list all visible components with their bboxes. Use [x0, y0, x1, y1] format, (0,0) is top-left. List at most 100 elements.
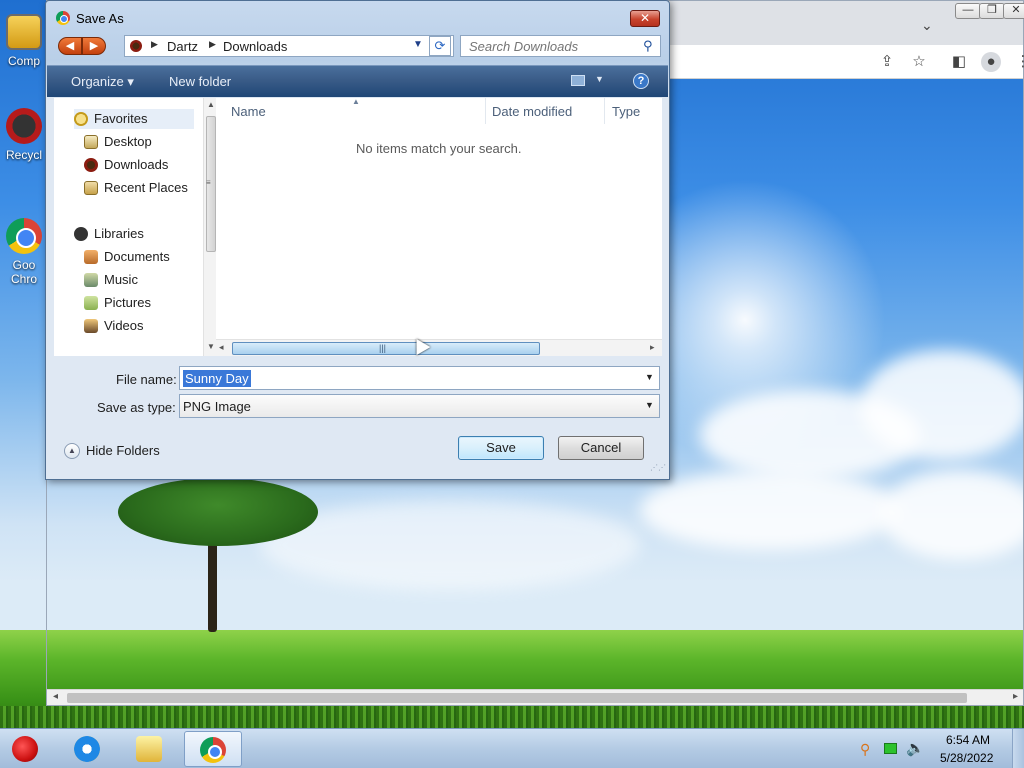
chevron-down-icon[interactable]: ▼ [413, 39, 423, 50]
file-name-label: File name: [116, 372, 177, 387]
network-icon[interactable] [884, 743, 897, 754]
tray-search-icon[interactable]: ⚲ [860, 741, 870, 758]
scrollbar-grip-icon: ≡ [206, 178, 211, 187]
profile-icon[interactable]: ● [981, 52, 1001, 72]
file-name-value[interactable]: Sunny Day [183, 370, 251, 387]
scrollbar-thumb[interactable] [67, 693, 967, 703]
taskbar: ⚲ 🔈 6:54 AM 5/28/2022 [0, 728, 1024, 768]
resize-grip-icon[interactable]: ⋰⋰ [650, 463, 666, 472]
save-as-type-label: Save as type: [97, 400, 176, 415]
address-bar[interactable]: ▶ Dartz ▶ Downloads ▼ [124, 35, 454, 57]
nav-item-label: Favorites [94, 111, 148, 126]
close-button[interactable]: ✕ [1003, 3, 1024, 19]
scroll-up-icon[interactable]: ▲ [207, 100, 215, 109]
scroll-left-icon[interactable]: ◂ [219, 342, 224, 353]
recent-places-icon [84, 181, 98, 195]
search-box[interactable]: ⚲ [460, 35, 661, 57]
scroll-left-icon[interactable]: ◂ [53, 691, 58, 702]
view-options-icon[interactable] [571, 75, 585, 86]
star-icon[interactable]: ☆ [909, 52, 929, 72]
dialog-titlebar[interactable]: Save As ✕ [46, 1, 669, 31]
chrome-icon [200, 737, 226, 763]
folder-icon [130, 40, 142, 52]
column-divider[interactable] [604, 98, 605, 124]
refresh-icon[interactable]: ⟳ [429, 36, 451, 56]
taskbar-app-file-explorer[interactable] [124, 731, 176, 767]
search-icon[interactable]: ⚲ [643, 38, 653, 54]
documents-icon [84, 250, 98, 264]
chevron-up-icon: ▲ [64, 443, 80, 459]
nav-item-label: Desktop [104, 134, 152, 149]
dialog-title: Save As [76, 11, 124, 26]
scrollbar-thumb[interactable]: ||| [232, 342, 540, 355]
save-button[interactable]: Save [458, 436, 544, 460]
speaker-icon[interactable]: 🔈 [906, 739, 925, 757]
recycle-bin-icon [6, 108, 42, 144]
nav-item-label: Videos [104, 318, 144, 333]
nav-item-label: Libraries [94, 226, 144, 241]
chrome-icon [6, 218, 42, 254]
cancel-button[interactable]: Cancel [558, 436, 644, 460]
desktop-icon [84, 135, 98, 149]
minimize-button[interactable]: — [955, 3, 981, 19]
organize-menu-button[interactable]: Organize ▾ [71, 74, 134, 90]
desktop-icon-computer[interactable]: Comp [0, 14, 48, 68]
nav-item-label: Documents [104, 249, 170, 264]
scroll-right-icon[interactable]: ▸ [1013, 691, 1018, 702]
chrome-icon [56, 11, 70, 25]
file-list[interactable]: ▲ Name Date modified Type No items match… [216, 97, 662, 356]
clock-time[interactable]: 6:54 AM [946, 733, 990, 747]
browser-horizontal-scrollbar[interactable]: ◂ ▸ [47, 689, 1023, 705]
scrollbar-grip-icon: ||| [379, 343, 387, 353]
save-as-type-value: PNG Image [183, 399, 251, 414]
chevron-down-icon[interactable]: ⌄ [921, 17, 933, 34]
share-icon[interactable]: ⇪ [877, 52, 897, 72]
scroll-right-icon[interactable]: ▸ [650, 342, 655, 353]
star-icon [74, 112, 88, 126]
breadcrumb-separator-icon[interactable]: ▶ [209, 39, 216, 50]
forward-arrow-icon[interactable]: ▶ [82, 37, 106, 55]
ie-icon [74, 736, 100, 762]
desktop-icon-recycle-bin[interactable]: Recycl [0, 108, 48, 162]
sort-arrow-icon: ▲ [352, 97, 360, 106]
hide-folders-label: Hide Folders [86, 443, 160, 458]
breadcrumb-item[interactable]: Dartz [167, 39, 198, 54]
restore-button[interactable]: ❐ [979, 3, 1005, 19]
file-list-horizontal-scrollbar[interactable]: ◂ ||| ▸ [216, 339, 662, 356]
breadcrumb-separator-icon[interactable]: ▶ [151, 39, 158, 50]
help-icon[interactable]: ? [633, 73, 649, 89]
taskbar-app-internet-explorer[interactable] [62, 731, 114, 767]
column-header-name[interactable]: Name [231, 104, 266, 119]
back-arrow-icon[interactable]: ◀ [58, 37, 82, 55]
music-icon [84, 273, 98, 287]
menu-icon[interactable]: ⋮ [1013, 52, 1024, 72]
taskbar-app-angry-birds[interactable] [0, 731, 52, 767]
column-header-date-modified[interactable]: Date modified [492, 104, 572, 119]
chevron-down-icon[interactable]: ▼ [645, 372, 654, 382]
nav-item-favorites[interactable]: Favorites [74, 109, 194, 129]
close-button[interactable]: ✕ [630, 10, 660, 27]
column-divider[interactable] [485, 98, 486, 124]
search-input[interactable] [469, 39, 639, 54]
save-as-type-select[interactable]: PNG Image ▼ [179, 394, 660, 418]
computer-icon [6, 14, 42, 50]
desktop-icon-label: Recycl [5, 148, 42, 162]
angry-bird-icon [12, 736, 38, 762]
clock-date[interactable]: 5/28/2022 [940, 751, 993, 765]
nav-item-label: Music [104, 272, 138, 287]
desktop-icon-label: Goo Chro [10, 258, 37, 286]
chevron-down-icon[interactable]: ▼ [645, 400, 654, 410]
nav-item-label: Recent Places [104, 180, 188, 195]
videos-icon [84, 319, 98, 333]
file-name-input[interactable]: Sunny Day ▼ [179, 366, 660, 390]
breadcrumb-item[interactable]: Downloads [223, 39, 287, 54]
desktop-icon-chrome[interactable]: Goo Chro [0, 218, 48, 286]
column-header-type[interactable]: Type [612, 104, 640, 119]
scroll-down-icon[interactable]: ▼ [207, 342, 215, 351]
chevron-down-icon[interactable]: ▼ [595, 74, 604, 84]
empty-message: No items match your search. [356, 141, 522, 156]
new-folder-button[interactable]: New folder [169, 74, 231, 89]
taskbar-app-chrome[interactable] [184, 731, 242, 767]
side-panel-icon[interactable]: ◧ [949, 52, 969, 72]
show-desktop-button[interactable] [1012, 729, 1024, 768]
